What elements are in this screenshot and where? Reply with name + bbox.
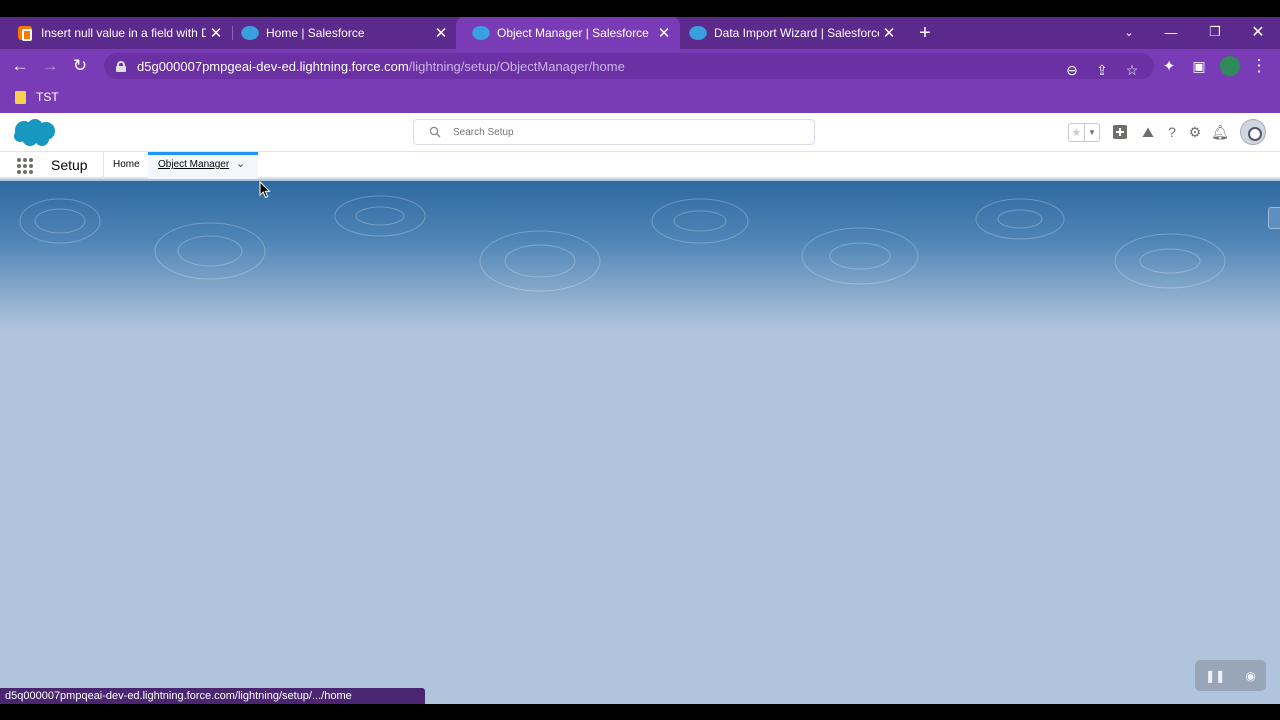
- browser-toolbar: ← → ↻ d5g000007pmpgeai-dev-ed.lightning.…: [0, 49, 1280, 83]
- recorder-controls[interactable]: ❚❚ ◉: [1195, 660, 1266, 691]
- side-panel-handle[interactable]: [1268, 207, 1280, 229]
- close-icon[interactable]: ✕: [654, 23, 674, 43]
- search-input[interactable]: [453, 126, 783, 138]
- notifications-bell-icon[interactable]: 🔔︎: [1211, 123, 1229, 141]
- topographic-pattern: [19, 195, 1226, 292]
- window-close-icon[interactable]: ✕: [1242, 17, 1274, 47]
- bookmark-star-icon[interactable]: ☆: [1119, 57, 1145, 83]
- new-tab-button[interactable]: +: [915, 17, 935, 49]
- tab-title: Home | Salesforce: [266, 26, 365, 40]
- letterbox-bottom: [0, 704, 1280, 720]
- forward-arrow-icon[interactable]: →: [37, 53, 63, 79]
- bookmarks-bar: TST: [0, 83, 1280, 113]
- help-icon[interactable]: ?: [1163, 123, 1181, 141]
- screen: Insert null value in a field with Da ✕ H…: [0, 0, 1280, 720]
- salesforce-logo[interactable]: [12, 118, 56, 148]
- global-actions-plus-icon[interactable]: [1111, 123, 1129, 141]
- tab-object-manager[interactable]: Object Manager | Salesforce ✕: [456, 17, 680, 49]
- close-icon[interactable]: ✕: [879, 23, 899, 43]
- favorites-dropdown-icon[interactable]: ▼: [1083, 124, 1099, 141]
- address-bar[interactable]: d5g000007pmpgeai-dev-ed.lightning.force.…: [104, 53, 1154, 79]
- tab-title: Data Import Wizard | Salesforce: [714, 26, 879, 40]
- user-avatar[interactable]: [1240, 119, 1266, 145]
- nav-tab-home[interactable]: Home: [113, 159, 140, 170]
- profile-avatar[interactable]: [1220, 56, 1240, 76]
- tab-home-salesforce[interactable]: Home | Salesforce ✕: [225, 17, 457, 49]
- search-icon: [429, 126, 441, 138]
- mouse-cursor-icon: [259, 181, 271, 199]
- back-arrow-icon[interactable]: ←: [7, 53, 33, 79]
- minimize-icon[interactable]: —: [1155, 17, 1187, 47]
- zoom-icon[interactable]: ⊖: [1059, 57, 1085, 83]
- letterbox-top: [0, 0, 1280, 17]
- app-launcher-icon[interactable]: [17, 158, 33, 174]
- favorites-star-icon[interactable]: ★: [1069, 124, 1084, 141]
- setup-navigation-bar: Setup Home Object Manager ⌄: [0, 152, 1280, 179]
- extensions-puzzle-icon[interactable]: ✦: [1156, 53, 1182, 79]
- app-name: Setup: [51, 157, 88, 173]
- salesforce-cloud-icon: [472, 26, 490, 40]
- nav-tab-label: Object Manager: [158, 159, 230, 170]
- side-panel-icon[interactable]: ▣: [1186, 53, 1212, 79]
- tab-title: Object Manager | Salesforce: [497, 26, 649, 40]
- trailhead-icon[interactable]: ⛰: [1139, 123, 1157, 141]
- chevron-down-icon[interactable]: ⌄: [236, 157, 245, 170]
- recorder-icon[interactable]: ◉: [1245, 669, 1255, 683]
- salesforce-global-header: ★ ▼ ⛰ ? ⚙ 🔔︎: [0, 113, 1280, 152]
- nav-tab-object-manager[interactable]: Object Manager ⌄: [148, 152, 258, 179]
- setup-search[interactable]: [413, 119, 815, 145]
- browser-menu-icon[interactable]: ⋮: [1246, 53, 1272, 79]
- page-content-background: [0, 181, 1280, 704]
- tab-search-chevron-icon[interactable]: ⌄: [1113, 17, 1145, 47]
- close-icon[interactable]: ✕: [431, 23, 451, 43]
- tab-title: Insert null value in a field with Da: [41, 26, 206, 40]
- tab-data-import-wizard[interactable]: Data Import Wizard | Salesforce ✕: [673, 17, 905, 49]
- salesforce-cloud-icon: [689, 26, 707, 40]
- close-icon[interactable]: ✕: [206, 23, 226, 43]
- favorites-group[interactable]: ★ ▼: [1068, 123, 1100, 142]
- share-icon[interactable]: ⇪: [1089, 57, 1115, 83]
- bookmark-tst[interactable]: TST: [36, 90, 59, 104]
- pause-icon[interactable]: ❚❚: [1205, 669, 1225, 683]
- blogger-icon: [18, 26, 32, 41]
- restore-icon[interactable]: ❐: [1199, 17, 1231, 47]
- status-bar-url: d5q000007pmpqeai-dev-ed.lightning.force.…: [0, 688, 425, 704]
- setup-gear-icon[interactable]: ⚙: [1186, 123, 1204, 141]
- nav-divider: [103, 152, 104, 179]
- lock-icon: [116, 60, 126, 72]
- salesforce-cloud-icon: [241, 26, 259, 40]
- folder-icon: [15, 91, 26, 104]
- url-host: d5g000007pmpgeai-dev-ed.lightning.force.…: [137, 58, 409, 74]
- browser-tabstrip: Insert null value in a field with Da ✕ H…: [0, 17, 1280, 49]
- tab-insert-null-value[interactable]: Insert null value in a field with Da ✕: [0, 17, 232, 49]
- reload-icon[interactable]: ↻: [67, 53, 93, 79]
- url-path: /lightning/setup/ObjectManager/home: [408, 58, 625, 74]
